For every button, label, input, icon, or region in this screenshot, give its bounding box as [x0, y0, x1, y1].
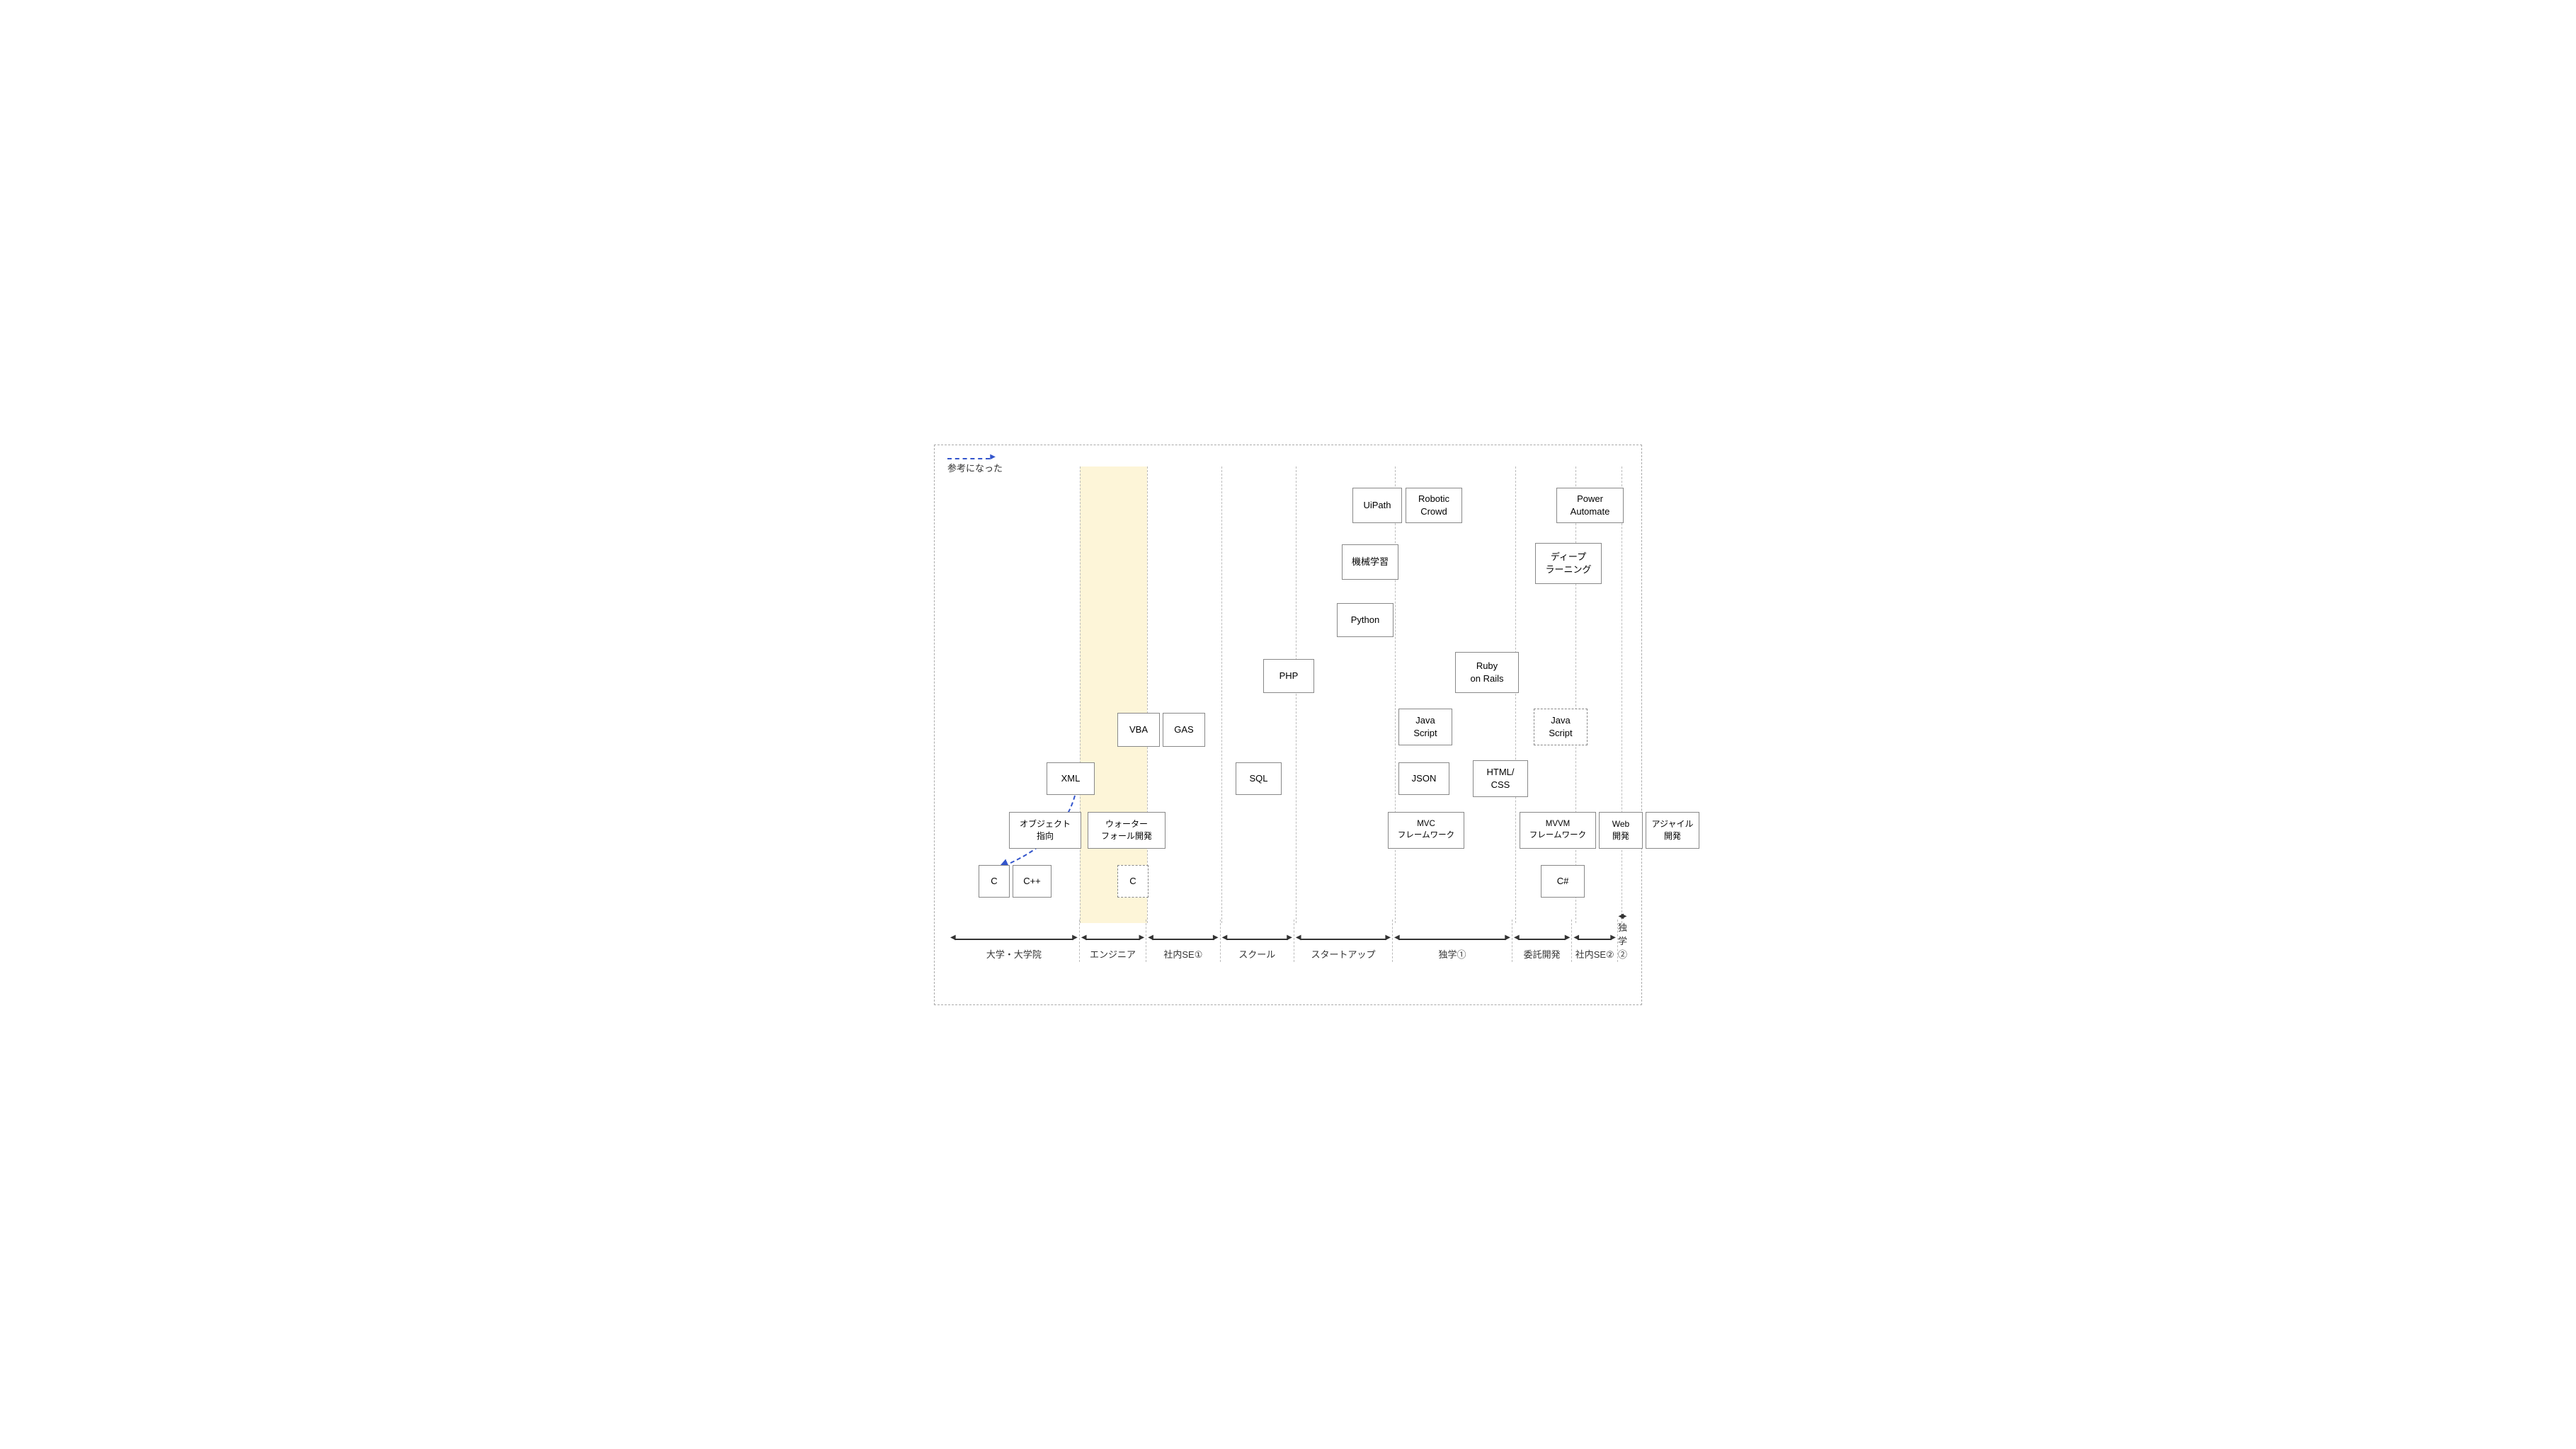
box-mvvm: MVVMフレームワーク	[1520, 812, 1596, 849]
timeline-arrow-school	[1221, 933, 1294, 946]
timeline-arrow-shanai-se2	[1572, 933, 1617, 946]
timeline-line-shanai-se1	[1152, 939, 1214, 940]
box-c: C	[979, 865, 1010, 898]
box-html-css: HTML/CSS	[1473, 760, 1528, 797]
timeline-school: スクール	[1220, 920, 1294, 962]
box-mvc: MVCフレームワーク	[1388, 812, 1464, 849]
box-c-dashed: C	[1117, 865, 1149, 898]
timeline-line-university	[954, 939, 1073, 940]
box-gas: GAS	[1163, 713, 1205, 747]
timeline-line-study1	[1398, 939, 1506, 940]
box-object-oriented: オブジェクト指向	[1009, 812, 1081, 849]
box-uipath: UiPath	[1352, 488, 1402, 523]
timeline-label-university: 大学・大学院	[986, 947, 1042, 961]
box-machine-learning: 機械学習	[1342, 544, 1398, 580]
timeline-line-school	[1226, 939, 1288, 940]
timeline-arrow-shanai-se1	[1146, 933, 1219, 946]
timeline-startup: スタートアップ	[1294, 920, 1392, 962]
col-div-2	[1147, 466, 1148, 923]
timeline-arrow-engineer	[1080, 933, 1146, 946]
box-waterfall: ウォーターフォール開発	[1088, 812, 1166, 849]
box-python: Python	[1337, 603, 1394, 637]
box-javascript-1: JavaScript	[1398, 709, 1452, 745]
box-power-automate: PowerAutomate	[1556, 488, 1624, 523]
box-json: JSON	[1398, 762, 1449, 795]
timeline-study2: 独学②	[1617, 920, 1627, 962]
box-sql: SQL	[1236, 762, 1282, 795]
timeline-shanai-se2: 社内SE②	[1571, 920, 1617, 962]
timeline-line-shanai-se2	[1578, 939, 1612, 940]
box-php: PHP	[1263, 659, 1314, 693]
box-xml: XML	[1047, 762, 1095, 795]
legend-arrow	[947, 458, 1003, 459]
timeline-arrow-study1	[1393, 933, 1512, 946]
timeline-arrow-commission	[1512, 933, 1571, 946]
timeline-label-school: スクール	[1238, 947, 1275, 961]
box-csharp: C#	[1541, 865, 1585, 898]
box-deep-learning: ディープラーニング	[1535, 543, 1602, 584]
timeline-shanai-se1: 社内SE①	[1146, 920, 1219, 962]
timeline-commission: 委託開発	[1512, 920, 1571, 962]
timeline-arrow-startup	[1294, 933, 1392, 946]
diagram-container: 参考になった UiPath RoboticC	[934, 445, 1642, 1005]
timeline-engineer: エンジニア	[1079, 920, 1146, 962]
box-ruby-on-rails: Rubyon Rails	[1455, 652, 1519, 693]
box-robotic-crowd: RoboticCrowd	[1406, 488, 1462, 523]
timeline-arrow-university	[949, 933, 1079, 946]
timeline-line-engineer	[1085, 939, 1140, 940]
col-div-5	[1395, 466, 1396, 923]
box-vba: VBA	[1117, 713, 1160, 747]
chart-area: UiPath RoboticCrowd PowerAutomate 機械学習 デ…	[949, 466, 1627, 962]
box-javascript-2: JavaScript	[1534, 709, 1588, 745]
legend-line	[947, 458, 990, 459]
timeline-label-study1: 独学①	[1438, 947, 1466, 961]
col-div-7	[1575, 466, 1576, 923]
timeline-line-commission	[1518, 939, 1566, 940]
timeline-university: 大学・大学院	[949, 920, 1079, 962]
engineer-highlight	[1080, 466, 1147, 923]
col-div-1	[1080, 466, 1081, 923]
timeline-label-commission: 委託開発	[1524, 947, 1561, 961]
timeline-line-startup	[1300, 939, 1386, 940]
timeline-study1: 独学①	[1392, 920, 1512, 962]
timeline-label-engineer: エンジニア	[1090, 947, 1136, 961]
timeline-label-study2: 独学②	[1618, 920, 1627, 961]
timeline-arrow-study2	[1618, 917, 1627, 919]
col-div-6	[1515, 466, 1516, 923]
box-web-dev: Web開発	[1599, 812, 1643, 849]
timeline-label-startup: スタートアップ	[1311, 947, 1375, 961]
box-cpp: C++	[1013, 865, 1052, 898]
timeline-label-shanai-se2: 社内SE②	[1575, 947, 1614, 961]
col-div-3	[1221, 466, 1222, 923]
timeline-label-shanai-se1: 社内SE①	[1163, 947, 1202, 961]
box-agile: アジャイル開発	[1646, 812, 1699, 849]
timeline-sections: 大学・大学院 エンジニア 社内SE① スクール	[949, 920, 1627, 962]
